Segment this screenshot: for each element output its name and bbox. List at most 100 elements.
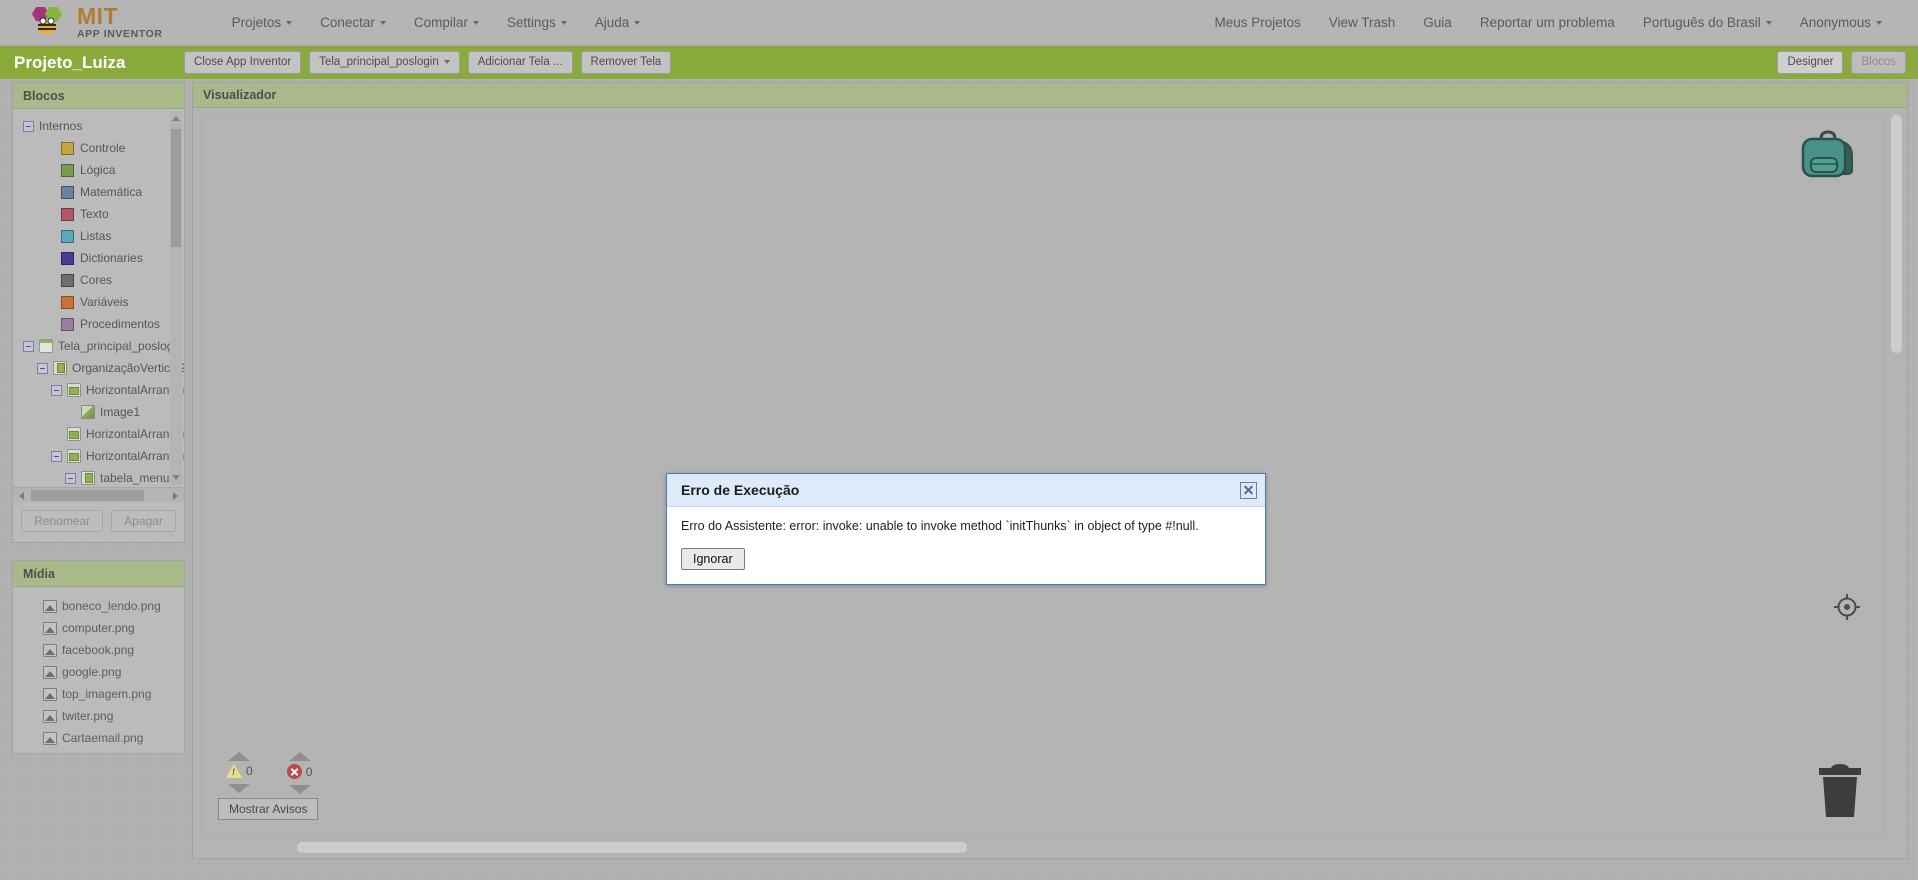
tree-item-organizacao-vertical2[interactable]: OrganizaçãoVertical2: [13, 357, 184, 379]
scrollbar-thumb[interactable]: [171, 129, 181, 247]
collapse-toggle-icon[interactable]: [51, 450, 62, 462]
media-item[interactable]: google.png: [13, 661, 184, 683]
tree-item-variaveis[interactable]: Variáveis: [13, 291, 184, 313]
scrollbar-thumb[interactable]: [297, 842, 967, 853]
menu-language[interactable]: Português do Brasil: [1629, 9, 1786, 36]
tree-item-horizontal-arrangement-2[interactable]: HorizontalArrangen: [13, 423, 184, 445]
menu-settings[interactable]: Settings: [493, 9, 581, 36]
tree-item-dictionaries[interactable]: Dictionaries: [13, 247, 184, 269]
menu-user[interactable]: Anonymous: [1786, 9, 1896, 36]
media-item-label: facebook.png: [62, 643, 135, 657]
tree-item-tela-principal-poslogin[interactable]: Tela_principal_poslogin: [13, 335, 184, 357]
media-item[interactable]: boneco_lendo.png: [13, 595, 184, 617]
close-app-inventor-button[interactable]: Close App Inventor: [184, 51, 302, 74]
chevron-down-icon: [379, 21, 386, 26]
menu-ajuda[interactable]: Ajuda: [581, 9, 655, 36]
tree-item-cores[interactable]: Cores: [13, 269, 184, 291]
menu-compilar-label: Compilar: [413, 15, 468, 30]
show-warnings-button[interactable]: Mostrar Avisos: [218, 798, 319, 820]
warning-next-icon[interactable]: [228, 784, 251, 793]
scroll-down-icon[interactable]: [172, 475, 180, 480]
tree-item-horizontal-arrangement-3[interactable]: HorizontalArrangen: [13, 445, 184, 467]
media-item[interactable]: Cartaemail.png: [13, 727, 184, 749]
blocks-tree-horizontal-scrollbar[interactable]: [13, 487, 184, 502]
category-swatch-icon: [61, 185, 74, 199]
ignore-button[interactable]: Ignorar: [681, 547, 745, 570]
app-logo[interactable]: MIT APP INVENTOR: [26, 5, 163, 41]
image-file-icon: [43, 599, 57, 613]
horizontal-arrangement-icon: [67, 427, 81, 441]
tree-item-label: Lógica: [80, 163, 116, 177]
collapse-toggle-icon[interactable]: [51, 384, 62, 396]
account-menu: Meus Projetos View Trash Guia Reportar u…: [1200, 9, 1896, 36]
tree-item-logica[interactable]: Lógica: [13, 159, 184, 181]
link-meus-projetos[interactable]: Meus Projetos: [1200, 9, 1314, 36]
media-item-label: Cartaemail.png: [62, 731, 144, 745]
scroll-left-icon[interactable]: [19, 492, 24, 500]
media-item[interactable]: top_imagem.png: [13, 683, 184, 705]
media-item[interactable]: facebook.png: [13, 639, 184, 661]
image-file-icon: [43, 665, 57, 679]
media-list: boneco_lendo.png computer.png facebook.p…: [13, 587, 184, 753]
menu-language-label: Português do Brasil: [1642, 15, 1761, 30]
add-screen-button[interactable]: Adicionar Tela ...: [467, 51, 573, 74]
tree-item-procedimentos[interactable]: Procedimentos: [13, 313, 184, 335]
tree-item-tabela-menu[interactable]: tabela_menu: [13, 467, 184, 487]
blocks-view-button[interactable]: Blocos: [1851, 51, 1906, 74]
category-swatch-icon: [61, 273, 74, 287]
blocks-tree: Internos Controle Lógica Matemática Text…: [13, 109, 184, 487]
error-counter: 0: [286, 752, 312, 794]
image-icon: [81, 405, 95, 419]
scroll-right-icon[interactable]: [173, 492, 178, 500]
collapse-toggle-icon[interactable]: [23, 340, 34, 352]
warning-prev-icon[interactable]: [228, 752, 251, 761]
blocks-tree-vertical-scrollbar[interactable]: [170, 111, 182, 485]
error-next-icon[interactable]: [288, 785, 311, 794]
tree-item-label: Texto: [80, 207, 109, 221]
delete-button[interactable]: Apagar: [111, 510, 176, 532]
menu-compilar[interactable]: Compilar: [400, 9, 493, 36]
scrollbar-thumb[interactable]: [31, 490, 144, 501]
link-reportar-problema[interactable]: Reportar um problema: [1466, 9, 1629, 36]
warning-triangle-icon: [226, 764, 242, 778]
scroll-up-icon[interactable]: [172, 116, 180, 121]
tree-item-internos[interactable]: Internos: [13, 115, 184, 137]
center-workspace-button[interactable]: [1833, 593, 1861, 626]
tree-item-controle[interactable]: Controle: [13, 137, 184, 159]
tree-action-buttons: Renomear Apagar: [13, 502, 184, 542]
tree-item-texto[interactable]: Texto: [13, 203, 184, 225]
screen-icon: [39, 339, 53, 353]
screen-selector-label: Tela_principal_poslogin: [319, 56, 439, 69]
designer-view-button[interactable]: Designer: [1777, 51, 1844, 74]
dialog-header: Erro de Execução: [667, 474, 1265, 507]
media-panel-header: Mídia: [13, 561, 184, 587]
scrollbar-thumb[interactable]: [1891, 115, 1902, 353]
category-swatch-icon: [61, 251, 74, 265]
tree-item-horizontal-arrangement-1[interactable]: HorizontalArrangen: [13, 379, 184, 401]
backpack-icon[interactable]: [1797, 126, 1859, 189]
canvas-horizontal-scrollbar[interactable]: [197, 841, 1885, 854]
link-view-trash[interactable]: View Trash: [1315, 9, 1410, 36]
collapse-toggle-icon[interactable]: [65, 472, 76, 484]
error-prev-icon[interactable]: [288, 752, 311, 761]
logo-mit-text: MIT: [77, 3, 119, 30]
media-item[interactable]: computer.png: [13, 617, 184, 639]
collapse-toggle-icon[interactable]: [37, 362, 48, 374]
menu-conectar[interactable]: Conectar: [306, 9, 400, 36]
menu-projetos[interactable]: Projetos: [218, 9, 307, 36]
tree-item-listas[interactable]: Listas: [13, 225, 184, 247]
tree-item-matematica[interactable]: Matemática: [13, 181, 184, 203]
left-sidebar: Blocos Internos Controle Lógica Matemáti…: [12, 82, 185, 754]
collapse-toggle-icon[interactable]: [23, 120, 34, 132]
trash-can-icon[interactable]: [1811, 761, 1869, 826]
media-item[interactable]: twiter.png: [13, 705, 184, 727]
dialog-message: Erro do Assistente: error: invoke: unabl…: [681, 519, 1199, 533]
close-icon[interactable]: [1240, 481, 1257, 499]
rename-button[interactable]: Renomear: [21, 510, 104, 532]
remove-screen-button[interactable]: Remover Tela: [580, 51, 672, 74]
main-workspace: Blocos Internos Controle Lógica Matemáti…: [0, 79, 1918, 880]
screen-selector-dropdown[interactable]: Tela_principal_poslogin: [309, 51, 460, 74]
link-guia[interactable]: Guia: [1409, 9, 1466, 36]
tree-item-image1[interactable]: Image1: [13, 401, 184, 423]
canvas-vertical-scrollbar[interactable]: [1890, 112, 1903, 836]
